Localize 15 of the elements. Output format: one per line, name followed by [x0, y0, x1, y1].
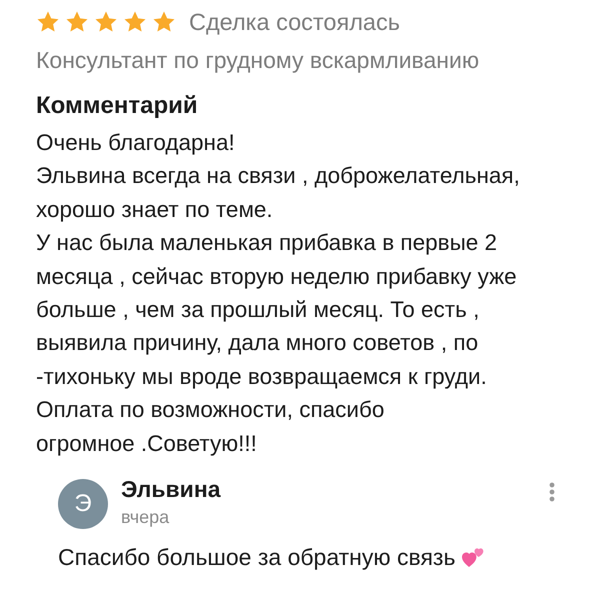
- reply-time: вчера: [121, 506, 170, 528]
- author-name: Эльвина: [121, 476, 222, 502]
- avatar: Э: [58, 479, 108, 530]
- service-name: Консультант по грудному вскармливанию: [36, 46, 480, 74]
- comment-heading: Комментарий: [36, 92, 199, 120]
- star-icon: [65, 10, 89, 34]
- reply-text: Спасибо большое за обратную связь: [58, 543, 456, 572]
- star-icon: [152, 10, 176, 34]
- comment-text: Очень благодарна! Эльвина всегда на связи , доброжелательная, хорошо знает по теме. У нас была маленькая прибавка в первые 2 месяца , сейчас вторую неделю прибавку уже больше , чем за прошлый месяц. То есть , выявила причину, дала много советов , по -тихоньку мы вроде возвращаемся к груди. Оплата по возможности, спасибо огромное .Советую!!!: [36, 129, 521, 458]
- star-icon: [123, 10, 147, 34]
- star-icon: [36, 10, 60, 34]
- more-options-icon[interactable]: [549, 482, 555, 502]
- star-icon: [94, 10, 118, 34]
- deal-status: Сделка состоялась: [189, 8, 400, 36]
- two-hearts-icon: [461, 546, 486, 568]
